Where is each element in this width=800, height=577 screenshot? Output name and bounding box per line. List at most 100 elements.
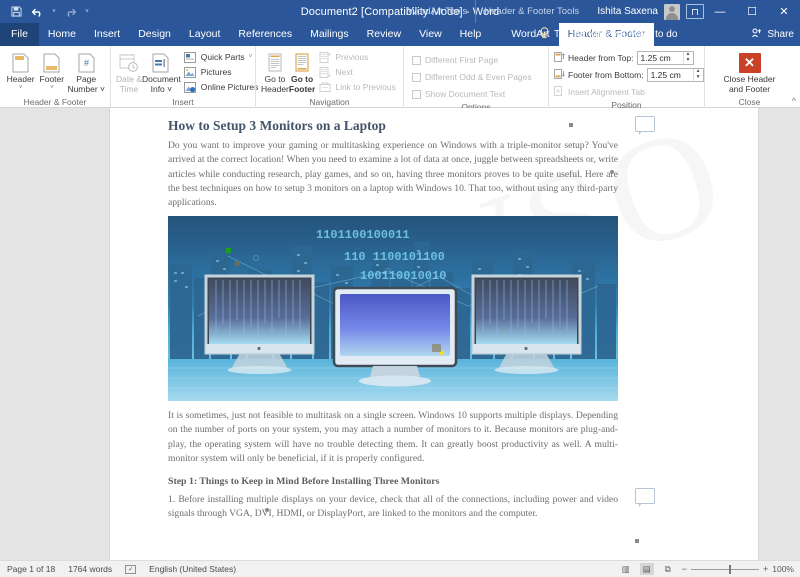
document-paragraph-3: 1. Before installing multiple displays o…: [168, 494, 618, 520]
word-count[interactable]: 1764 words: [68, 564, 112, 574]
page-number-label2[interactable]: Number ˅: [67, 84, 105, 95]
web-layout-view-button[interactable]: ⧉: [661, 563, 675, 575]
tab-help[interactable]: Help: [451, 23, 491, 46]
tab-insert[interactable]: Insert: [85, 23, 129, 46]
collapse-ribbon-icon[interactable]: ^: [792, 96, 796, 106]
document-info-icon: [152, 51, 170, 73]
different-odd-even-checkbox[interactable]: Different Odd & Even Pages: [409, 70, 535, 84]
date-time-button[interactable]: Date & Time: [116, 49, 142, 95]
redo-icon[interactable]: [60, 2, 80, 21]
pictures-button[interactable]: Pictures: [181, 65, 262, 79]
page-number-button[interactable]: # Page Number ˅: [67, 49, 105, 95]
page-info[interactable]: Page 1 of 18: [7, 564, 55, 574]
tab-references[interactable]: References: [229, 23, 301, 46]
next-button[interactable]: Next: [315, 65, 398, 79]
zoom-level[interactable]: 100%: [772, 564, 794, 574]
header-from-top-spinner[interactable]: 1.25 cm ▲ ▼: [636, 50, 694, 65]
tell-me-text: Tell me what you want to do: [554, 29, 678, 40]
footer-button-label: Footer: [39, 74, 65, 84]
spinner-arrows-icon[interactable]: ▲ ▼: [682, 51, 693, 64]
language-indicator[interactable]: English (United States): [149, 564, 236, 574]
zoom-out-button[interactable]: −: [682, 564, 687, 574]
show-document-text-checkbox[interactable]: Show Document Text: [409, 87, 535, 101]
previous-button[interactable]: Previous: [315, 50, 398, 64]
document-info-button[interactable]: Document Info ˅: [142, 49, 181, 95]
checkbox-icon: [412, 89, 421, 99]
document-area[interactable]: WSOP How to Setup 3 Monitors on a Laptop…: [0, 108, 800, 560]
checkbox-icon: [412, 72, 421, 82]
zoom-slider-thumb[interactable]: [728, 564, 731, 574]
qat-customize-icon[interactable]: ˅: [82, 2, 92, 21]
link-to-previous-button[interactable]: Link to Previous: [315, 80, 398, 94]
next-label: Next: [335, 67, 353, 77]
zoom-slider[interactable]: [690, 564, 759, 574]
header-from-top-value[interactable]: 1.25 cm: [641, 53, 683, 63]
go-to-footer-icon: [294, 51, 310, 73]
insert-alignment-tab-row[interactable]: Insert Alignment Tab: [554, 84, 645, 99]
comment-balloon-1[interactable]: [635, 116, 655, 135]
undo-dropdown-icon[interactable]: ˅: [50, 2, 58, 21]
tab-layout[interactable]: Layout: [180, 23, 230, 46]
footer-button[interactable]: Footer ˅: [36, 49, 67, 92]
go-to-header-icon: [267, 51, 283, 73]
go-to-header-button[interactable]: Go to Header: [261, 49, 289, 95]
object-anchor-mid: [610, 170, 614, 174]
maximize-button[interactable]: ☐: [736, 0, 768, 23]
svg-text:#: #: [84, 58, 89, 68]
online-pictures-button[interactable]: Online Pictures: [181, 80, 262, 94]
footer-position-icon: [554, 68, 565, 81]
zoom-in-button[interactable]: +: [763, 564, 768, 574]
close-button[interactable]: ✕: [768, 0, 800, 23]
footer-from-bottom-label: Footer from Bottom:: [568, 69, 644, 80]
link-to-previous-label: Link to Previous: [335, 82, 396, 92]
different-first-page-label: Different First Page: [425, 55, 499, 65]
comment-balloon-2[interactable]: [635, 488, 655, 507]
read-mode-view-button[interactable]: ▥: [619, 563, 633, 575]
lightbulb-icon: [540, 27, 549, 42]
tab-review[interactable]: Review: [358, 23, 410, 46]
go-to-footer-button[interactable]: Go to Footer: [289, 49, 315, 95]
tab-home[interactable]: Home: [39, 23, 85, 46]
ribbon-group-insert: Date & Time Document Info ˅ Quick Parts …: [110, 46, 258, 108]
save-icon[interactable]: [6, 2, 26, 21]
undo-icon[interactable]: [28, 2, 48, 21]
quick-access-toolbar: ˅ ˅: [0, 2, 92, 21]
print-layout-view-button[interactable]: ▤: [639, 563, 654, 575]
quick-parts-button[interactable]: Quick Parts ˅: [181, 50, 262, 64]
zoom-control[interactable]: − + 100%: [682, 564, 794, 574]
spinner-arrows-icon[interactable]: ▲ ▼: [692, 68, 703, 81]
tell-me-search[interactable]: Tell me what you want to do: [540, 23, 677, 46]
proofing-errors-icon[interactable]: ✓: [125, 564, 137, 574]
go-to-header-label2: Header: [261, 83, 289, 94]
header-dropdown-icon[interactable]: ˅: [19, 85, 23, 92]
tab-view[interactable]: View: [410, 23, 451, 46]
document-paragraph-2: It is sometimes, just not feasible to mu…: [168, 410, 618, 464]
quick-parts-caret-icon[interactable]: ˅: [249, 54, 253, 60]
document-info-label2[interactable]: Info ˅: [151, 84, 173, 95]
tab-design[interactable]: Design: [129, 23, 180, 46]
window-controls: — ☐ ✕: [704, 0, 800, 23]
header-button[interactable]: Header ˅: [5, 49, 36, 92]
status-left: Page 1 of 18 1764 words ✓ English (Unite…: [0, 564, 236, 574]
share-icon: [752, 28, 763, 41]
share-button[interactable]: Share: [752, 23, 794, 46]
footer-from-bottom-value[interactable]: 1.25 cm: [651, 70, 693, 80]
avatar[interactable]: [664, 3, 680, 20]
ribbon-display-options-icon[interactable]: [686, 4, 704, 19]
page-content[interactable]: How to Setup 3 Monitors on a Laptop Do y…: [168, 118, 618, 527]
tab-mailings[interactable]: Mailings: [301, 23, 358, 46]
footer-dropdown-icon[interactable]: ˅: [50, 85, 54, 92]
link-to-previous-icon: [318, 81, 331, 94]
group-label-close: Close: [738, 97, 761, 107]
footer-from-bottom-spinner[interactable]: 1.25 cm ▲ ▼: [646, 67, 704, 82]
close-header-footer-button[interactable]: ✕ Close Header and Footer: [721, 51, 779, 95]
object-marker-block: [432, 344, 441, 353]
different-first-page-checkbox[interactable]: Different First Page: [409, 53, 535, 67]
contextual-tab-titles: WordArt Tools Header & Footer Tools: [400, 0, 587, 23]
tab-file[interactable]: File: [0, 23, 39, 46]
three-monitors-image[interactable]: 1101100100011 110 1100101100 10011001001…: [168, 216, 618, 402]
ribbon-group-position: Header from Top: 1.25 cm ▲ ▼ Footer from …: [548, 46, 704, 110]
minimize-button[interactable]: —: [704, 0, 736, 23]
group-label-header-footer: Header & Footer: [23, 97, 87, 107]
document-page[interactable]: WSOP How to Setup 3 Monitors on a Laptop…: [110, 108, 758, 560]
